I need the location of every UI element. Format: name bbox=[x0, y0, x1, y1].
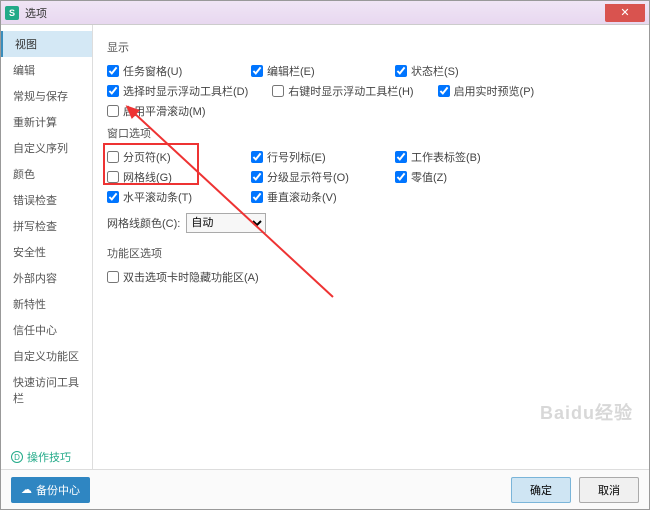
backup-label: 备份中心 bbox=[36, 482, 80, 498]
tip-icon: D bbox=[11, 451, 23, 463]
window-title: 选项 bbox=[25, 5, 605, 21]
display-item-6[interactable]: 启用平滑滚动(M) bbox=[107, 101, 227, 121]
sidebar-item-11[interactable]: 信任中心 bbox=[1, 317, 92, 343]
watermark: Baidu经验 bbox=[540, 399, 633, 425]
window-item-6[interactable]: 水平滚动条(T) bbox=[107, 187, 227, 207]
display-item-0[interactable]: 任务窗格(U) bbox=[107, 61, 227, 81]
footer: ☁ 备份中心 确定 取消 bbox=[1, 469, 649, 509]
window-item-0[interactable]: 分页符(K) bbox=[107, 147, 227, 167]
window-item-2[interactable]: 工作表标签(B) bbox=[395, 147, 515, 167]
sidebar-item-0[interactable]: 视图 bbox=[1, 31, 92, 57]
ribbon-hide-checkbox[interactable]: 双击选项卡时隐藏功能区(A) bbox=[107, 267, 259, 287]
display-label-0: 任务窗格(U) bbox=[123, 63, 182, 79]
display-checkbox-6[interactable] bbox=[107, 105, 119, 117]
display-checkbox-2[interactable] bbox=[395, 65, 407, 77]
display-checkbox-3[interactable] bbox=[107, 85, 119, 97]
window-label-2: 工作表标签(B) bbox=[411, 149, 481, 165]
window-checkbox-5[interactable] bbox=[395, 171, 407, 183]
cancel-button[interactable]: 取消 bbox=[579, 477, 639, 503]
sidebar-item-4[interactable]: 自定义序列 bbox=[1, 135, 92, 161]
display-label-1: 编辑栏(E) bbox=[267, 63, 315, 79]
display-checkbox-5[interactable] bbox=[438, 85, 450, 97]
display-label-6: 启用平滑滚动(M) bbox=[123, 103, 206, 119]
window-checkbox-2[interactable] bbox=[395, 151, 407, 163]
display-label-2: 状态栏(S) bbox=[411, 63, 459, 79]
titlebar: S 选项 ✕ bbox=[1, 1, 649, 25]
tip-label: 操作技巧 bbox=[27, 449, 71, 465]
tip-link[interactable]: D 操作技巧 bbox=[11, 449, 71, 465]
sidebar-item-8[interactable]: 安全性 bbox=[1, 239, 92, 265]
sidebar-item-9[interactable]: 外部内容 bbox=[1, 265, 92, 291]
sidebar: 视图编辑常规与保存重新计算自定义序列颜色错误检查拼写检查安全性外部内容新特性信任… bbox=[1, 25, 93, 469]
display-item-4[interactable]: 右键时显示浮动工具栏(H) bbox=[272, 81, 413, 101]
window-label-5: 零值(Z) bbox=[411, 169, 447, 185]
sidebar-item-1[interactable]: 编辑 bbox=[1, 57, 92, 83]
gridcolor-label: 网格线颜色(C): bbox=[107, 215, 180, 231]
sidebar-item-10[interactable]: 新特性 bbox=[1, 291, 92, 317]
window-label-0: 分页符(K) bbox=[123, 149, 171, 165]
ok-button[interactable]: 确定 bbox=[511, 477, 571, 503]
sidebar-item-3[interactable]: 重新计算 bbox=[1, 109, 92, 135]
window-checkbox-7[interactable] bbox=[251, 191, 263, 203]
close-button[interactable]: ✕ bbox=[605, 4, 645, 22]
window-item-4[interactable]: 分级显示符号(O) bbox=[251, 167, 371, 187]
window-item-3[interactable]: 网格线(G) bbox=[107, 167, 227, 187]
window-checkbox-4[interactable] bbox=[251, 171, 263, 183]
window-checkbox-6[interactable] bbox=[107, 191, 119, 203]
display-checkbox-4[interactable] bbox=[272, 85, 284, 97]
display-item-1[interactable]: 编辑栏(E) bbox=[251, 61, 371, 81]
window-item-5[interactable]: 零值(Z) bbox=[395, 167, 515, 187]
app-icon: S bbox=[5, 6, 19, 20]
window-checkbox-3[interactable] bbox=[107, 171, 119, 183]
display-label-5: 启用实时预览(P) bbox=[454, 83, 535, 99]
window-label-7: 垂直滚动条(V) bbox=[267, 189, 337, 205]
gridcolor-select[interactable]: 自动 bbox=[186, 213, 266, 233]
content-panel: 显示 任务窗格(U) 编辑栏(E) 状态栏(S) 选择时显示浮动工具栏(D) 右键时显示… bbox=[93, 25, 649, 469]
window-label-1: 行号列标(E) bbox=[267, 149, 326, 165]
sidebar-item-5[interactable]: 颜色 bbox=[1, 161, 92, 187]
sidebar-item-12[interactable]: 自定义功能区 bbox=[1, 343, 92, 369]
window-label-4: 分级显示符号(O) bbox=[267, 169, 349, 185]
display-label-4: 右键时显示浮动工具栏(H) bbox=[288, 83, 413, 99]
ribbon-hide-label: 双击选项卡时隐藏功能区(A) bbox=[123, 269, 259, 285]
sidebar-item-7[interactable]: 拼写检查 bbox=[1, 213, 92, 239]
window-checkbox-0[interactable] bbox=[107, 151, 119, 163]
display-checkbox-0[interactable] bbox=[107, 65, 119, 77]
window-label-3: 网格线(G) bbox=[123, 169, 172, 185]
section-display-title: 显示 bbox=[107, 39, 635, 55]
window-item-1[interactable]: 行号列标(E) bbox=[251, 147, 371, 167]
window-label-6: 水平滚动条(T) bbox=[123, 189, 192, 205]
ribbon-hide-input[interactable] bbox=[107, 271, 119, 283]
sidebar-item-13[interactable]: 快速访问工具栏 bbox=[1, 369, 92, 411]
display-item-5[interactable]: 启用实时预览(P) bbox=[438, 81, 558, 101]
section-ribbon-title: 功能区选项 bbox=[107, 245, 635, 261]
section-window-title: 窗口选项 bbox=[107, 125, 635, 141]
display-label-3: 选择时显示浮动工具栏(D) bbox=[123, 83, 248, 99]
display-checkbox-1[interactable] bbox=[251, 65, 263, 77]
sidebar-item-2[interactable]: 常规与保存 bbox=[1, 83, 92, 109]
window-checkbox-1[interactable] bbox=[251, 151, 263, 163]
backup-button[interactable]: ☁ 备份中心 bbox=[11, 477, 90, 503]
sidebar-item-6[interactable]: 错误检查 bbox=[1, 187, 92, 213]
display-item-3[interactable]: 选择时显示浮动工具栏(D) bbox=[107, 81, 248, 101]
window-item-7[interactable]: 垂直滚动条(V) bbox=[251, 187, 371, 207]
display-item-2[interactable]: 状态栏(S) bbox=[395, 61, 515, 81]
cloud-icon: ☁ bbox=[21, 483, 32, 496]
